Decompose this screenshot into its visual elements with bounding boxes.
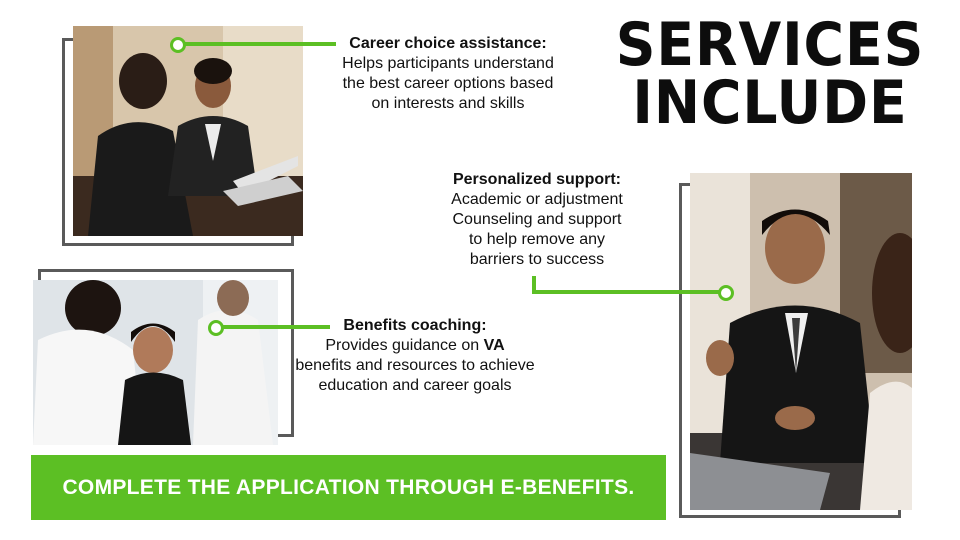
- cta-label: COMPLETE THE APPLICATION THROUGH E-BENEF…: [62, 475, 635, 499]
- service-career-choice: Career choice assistance: Helps particip…: [318, 34, 578, 114]
- slide: SERVICES INCLUDE Career choice assistanc…: [0, 0, 960, 540]
- complete-application-button[interactable]: COMPLETE THE APPLICATION THROUGH E-BENEF…: [31, 455, 666, 520]
- connector-line-2: [532, 290, 726, 294]
- title-line-1: SERVICES: [615, 10, 925, 80]
- meeting-photo-2-art: [33, 280, 278, 445]
- service-personalized-support: Personalized support: Academic or adjust…: [426, 170, 648, 270]
- service-benefits-coaching-body: Provides guidance on VA benefits and reso…: [275, 336, 555, 396]
- meeting-photo-3: [690, 173, 912, 510]
- title-line-2: INCLUDE: [632, 68, 908, 138]
- service-personalized-support-heading: Personalized support:: [452, 171, 622, 188]
- service-personalized-support-body: Academic or adjustment Counseling and su…: [451, 191, 623, 268]
- meeting-photo-3-art: [690, 173, 912, 510]
- meeting-photo-1: [73, 26, 303, 236]
- connector-dot-3: [208, 320, 224, 336]
- benefits-body-prefix: Provides guidance on: [325, 337, 484, 354]
- meeting-photo-2: [33, 280, 278, 445]
- service-benefits-coaching: Benefits coaching: Provides guidance on …: [275, 316, 555, 396]
- slide-title: SERVICES INCLUDE: [614, 10, 927, 138]
- benefits-body-rest: benefits and resources to achieve educat…: [295, 357, 535, 394]
- connector-dot-1: [170, 37, 186, 53]
- service-benefits-coaching-heading: Benefits coaching:: [343, 317, 487, 334]
- connector-dot-2: [718, 285, 734, 301]
- service-career-choice-body: Helps participants understand the best c…: [342, 55, 554, 112]
- connector-line-1: [178, 42, 336, 46]
- benefits-body-va: VA: [483, 337, 505, 354]
- service-career-choice-heading: Career choice assistance:: [349, 35, 547, 52]
- meeting-photo-1-art: [73, 26, 303, 236]
